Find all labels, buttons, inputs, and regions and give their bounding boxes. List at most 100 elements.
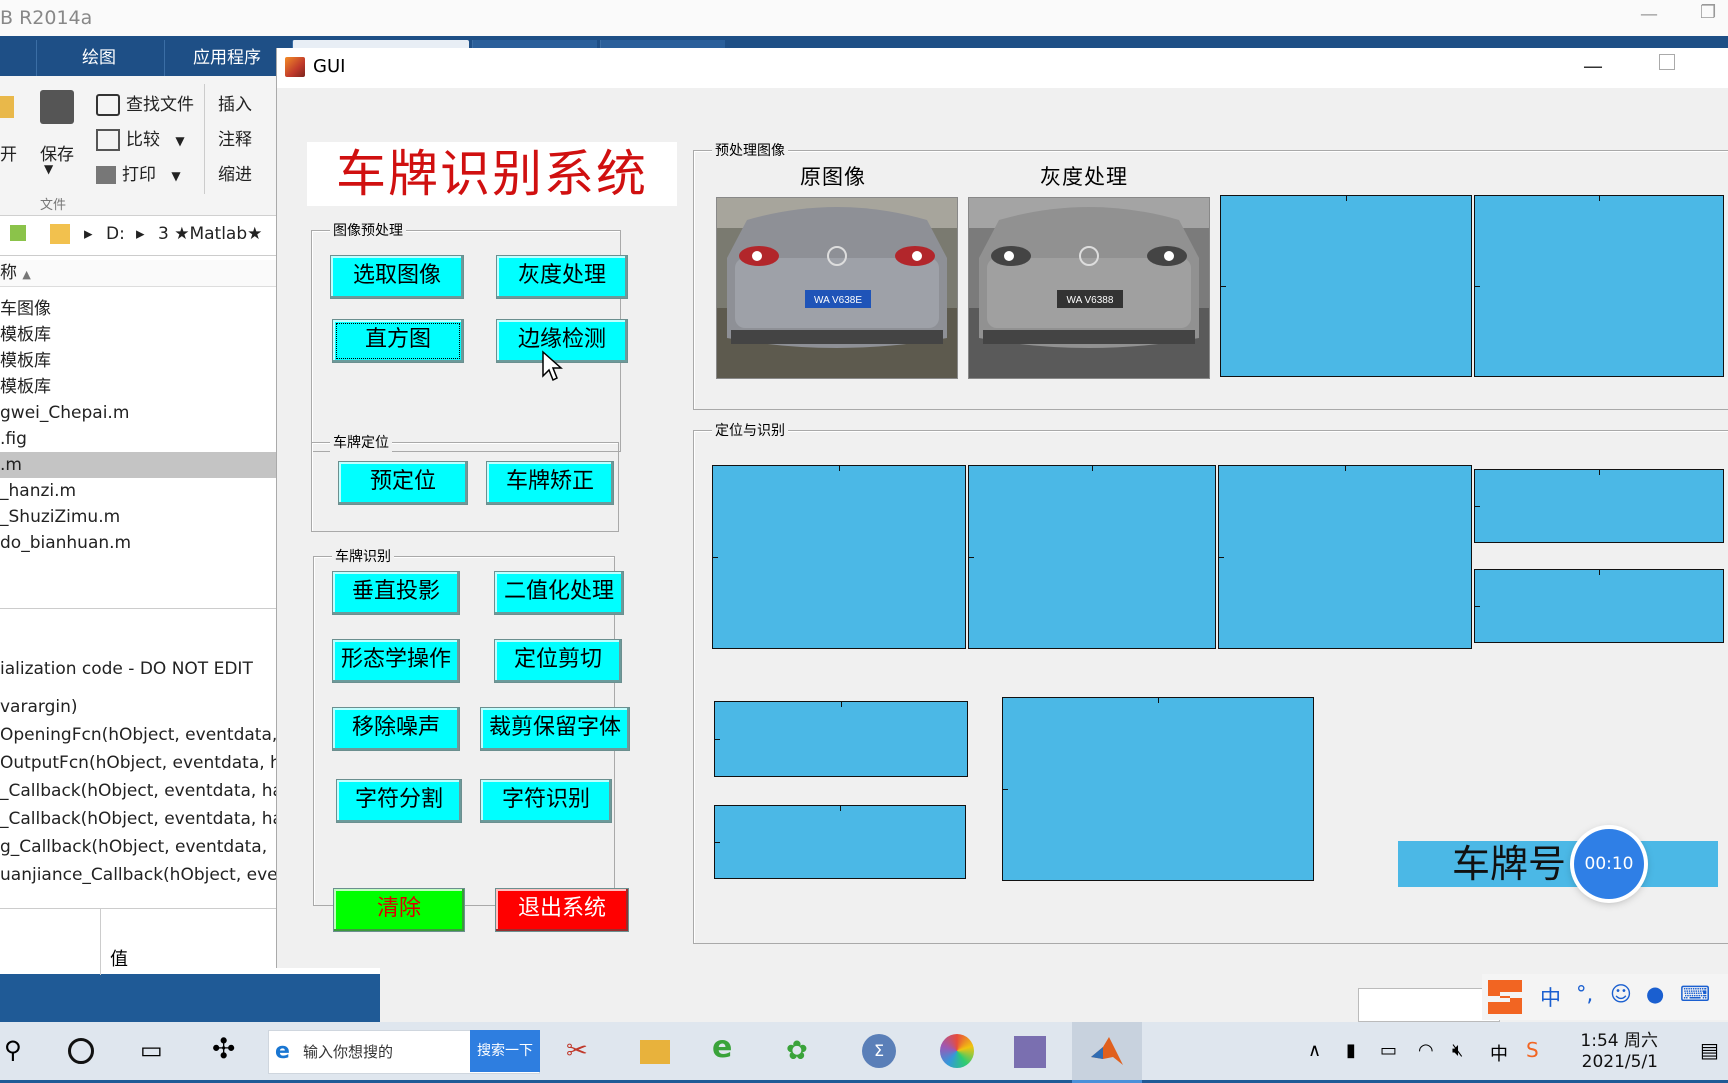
battery-icon[interactable]: ▭	[1380, 1040, 1412, 1072]
sogou-tray-icon[interactable]: S	[1526, 1038, 1558, 1070]
files-header[interactable]: 称 ▲	[0, 260, 280, 287]
task-view-icon[interactable]: ▭	[140, 1036, 172, 1068]
list-item[interactable]: _ShuziZimu.m	[0, 504, 280, 530]
list-item[interactable]: 车图像	[0, 296, 280, 322]
volume-mute-icon[interactable]: 🔇︎	[1452, 1040, 1484, 1072]
list-item[interactable]: .fig	[0, 426, 280, 452]
compare-button[interactable]: 比较 ▼	[96, 125, 185, 151]
print-button[interactable]: 打印 ▼	[96, 160, 181, 185]
list-item[interactable]: 模板库	[0, 322, 280, 348]
browse-folder-icon[interactable]	[10, 225, 26, 241]
emoji-icon[interactable]: ☺	[1610, 982, 1632, 1006]
search-button[interactable]: 搜索一下	[470, 1030, 540, 1072]
morphology-button[interactable]: 形态学操作	[332, 639, 460, 683]
histogram-axes[interactable]	[1220, 195, 1472, 377]
sogou-icon[interactable]	[1482, 976, 1526, 1018]
original-image-axes[interactable]: WA V638E	[716, 197, 958, 379]
breadcrumb-drive[interactable]: D:	[106, 224, 125, 244]
browser-icon[interactable]: e	[712, 1030, 744, 1065]
tab-apps[interactable]: 应用程序	[164, 40, 289, 76]
binarize-button[interactable]: 二值化处理	[494, 571, 624, 615]
pre-locate-button[interactable]: 预定位	[338, 461, 468, 505]
calculator-icon[interactable]: Σ	[862, 1034, 896, 1068]
code-line[interactable]: _Callback(hObject, eventdata, ha	[0, 777, 283, 805]
result-axes-8[interactable]	[1002, 697, 1314, 881]
code-line[interactable]: OutputFcn(hObject, eventdata, ha	[0, 749, 291, 777]
result-axes-3[interactable]	[1218, 465, 1472, 649]
insert-label[interactable]: 插入	[218, 90, 252, 115]
app-pinwheel-icon[interactable]: ✣	[212, 1032, 244, 1065]
microphone-icon[interactable]: ●	[1646, 982, 1664, 1006]
result-axes-1[interactable]	[712, 465, 966, 649]
list-item[interactable]: 模板库	[0, 348, 280, 374]
workspace-value-header[interactable]: 值	[110, 945, 128, 971]
result-axes-4[interactable]	[1474, 469, 1724, 543]
clock-date[interactable]: 2021/5/1	[1582, 1052, 1658, 1072]
chevron-up-icon[interactable]: ∧	[1308, 1040, 1340, 1072]
result-axes-5[interactable]	[1474, 569, 1724, 643]
remove-noise-button[interactable]: 移除噪声	[332, 707, 460, 751]
minimize-icon[interactable]: —	[1640, 4, 1658, 25]
list-item[interactable]: do_bianhuan.m	[0, 530, 280, 556]
code-line[interactable]: OpeningFcn(hObject, eventdata,	[0, 721, 277, 749]
scissors-icon[interactable]: ✂	[566, 1036, 598, 1068]
tab-plots[interactable]: 绘图	[36, 40, 161, 76]
phone-icon[interactable]: ▮	[1346, 1040, 1378, 1072]
edge-axes[interactable]	[1474, 195, 1724, 377]
clear-button[interactable]: 清除	[333, 888, 465, 932]
matlab-taskbar-button[interactable]	[1072, 1022, 1142, 1083]
char-recognize-button[interactable]: 字符识别	[480, 779, 612, 823]
search-icon[interactable]: ⚲	[4, 1036, 36, 1068]
indent-label[interactable]: 缩进	[218, 160, 252, 185]
ime-lang[interactable]: 中	[1540, 982, 1561, 1012]
file-explorer-icon[interactable]	[640, 1040, 670, 1064]
result-axes-2[interactable]	[968, 465, 1216, 649]
wifi-icon[interactable]: ◠	[1418, 1040, 1450, 1072]
app-window-icon[interactable]	[1014, 1036, 1046, 1068]
find-files-button[interactable]: 查找文件	[96, 90, 194, 116]
address-bar[interactable]: ▸ D: ▸ 3 ★Matlab★	[0, 216, 280, 256]
save-icon[interactable]	[40, 90, 74, 124]
restore-icon[interactable]: ❐	[1700, 2, 1716, 23]
clock-time[interactable]: 1:54 周六	[1580, 1026, 1658, 1051]
crop-keep-chars-button[interactable]: 裁剪保留字体	[480, 707, 630, 751]
search-input[interactable]: 输入你想搜的	[303, 1041, 393, 1062]
open-label[interactable]: 开	[0, 140, 17, 165]
ime-indicator[interactable]: 中	[1490, 1040, 1522, 1072]
code-line[interactable]: _Callback(hObject, eventdata, ha	[0, 805, 283, 833]
select-image-button[interactable]: 选取图像	[330, 255, 464, 299]
code-line[interactable]: uanjiance_Callback(hObject, even	[0, 861, 288, 889]
color-app-icon[interactable]	[940, 1034, 974, 1068]
result-axes-6[interactable]	[714, 701, 968, 777]
plate-correct-button[interactable]: 车牌矫正	[486, 461, 614, 505]
gray-image-axes[interactable]: WA V6388	[968, 197, 1210, 379]
vertical-projection-button[interactable]: 垂直投影	[332, 571, 460, 615]
code-line[interactable]: ialization code - DO NOT EDIT	[0, 655, 253, 683]
list-item[interactable]: gwei_Chepai.m	[0, 400, 280, 426]
list-item[interactable]: _hanzi.m	[0, 478, 280, 504]
code-line[interactable]: g_Callback(hObject, eventdata,	[0, 833, 267, 861]
wechat-icon[interactable]: ✿	[786, 1036, 818, 1068]
keyboard-icon[interactable]: ⌨	[1680, 982, 1710, 1006]
punctuation-icon[interactable]: °,	[1576, 982, 1593, 1006]
list-item[interactable]: 模板库	[0, 374, 280, 400]
matlab-logo-icon	[285, 57, 305, 77]
plate-number-label: 车牌号	[1398, 841, 1718, 887]
grayscale-button[interactable]: 灰度处理	[496, 255, 628, 299]
comment-label[interactable]: 注释	[218, 125, 252, 150]
notification-icon[interactable]: ▤	[1700, 1038, 1728, 1070]
result-axes-7[interactable]	[714, 805, 966, 879]
cortana-icon[interactable]	[68, 1038, 94, 1064]
maximize-icon[interactable]	[1659, 54, 1675, 70]
save-dropdown-icon[interactable]: ▼	[44, 162, 53, 176]
locate-crop-button[interactable]: 定位剪切	[494, 639, 622, 683]
list-item-selected[interactable]: .m	[0, 452, 280, 478]
recording-timer[interactable]: 00:10	[1574, 829, 1644, 899]
char-split-button[interactable]: 字符分割	[336, 779, 462, 823]
code-line[interactable]: varargin)	[0, 693, 78, 721]
histogram-button[interactable]: 直方图	[332, 319, 464, 363]
breadcrumb-folder[interactable]: 3 ★Matlab★	[158, 224, 262, 244]
exit-button[interactable]: 退出系统	[495, 888, 629, 932]
minimize-icon[interactable]: —	[1583, 54, 1603, 78]
open-folder-icon[interactable]	[0, 96, 14, 118]
